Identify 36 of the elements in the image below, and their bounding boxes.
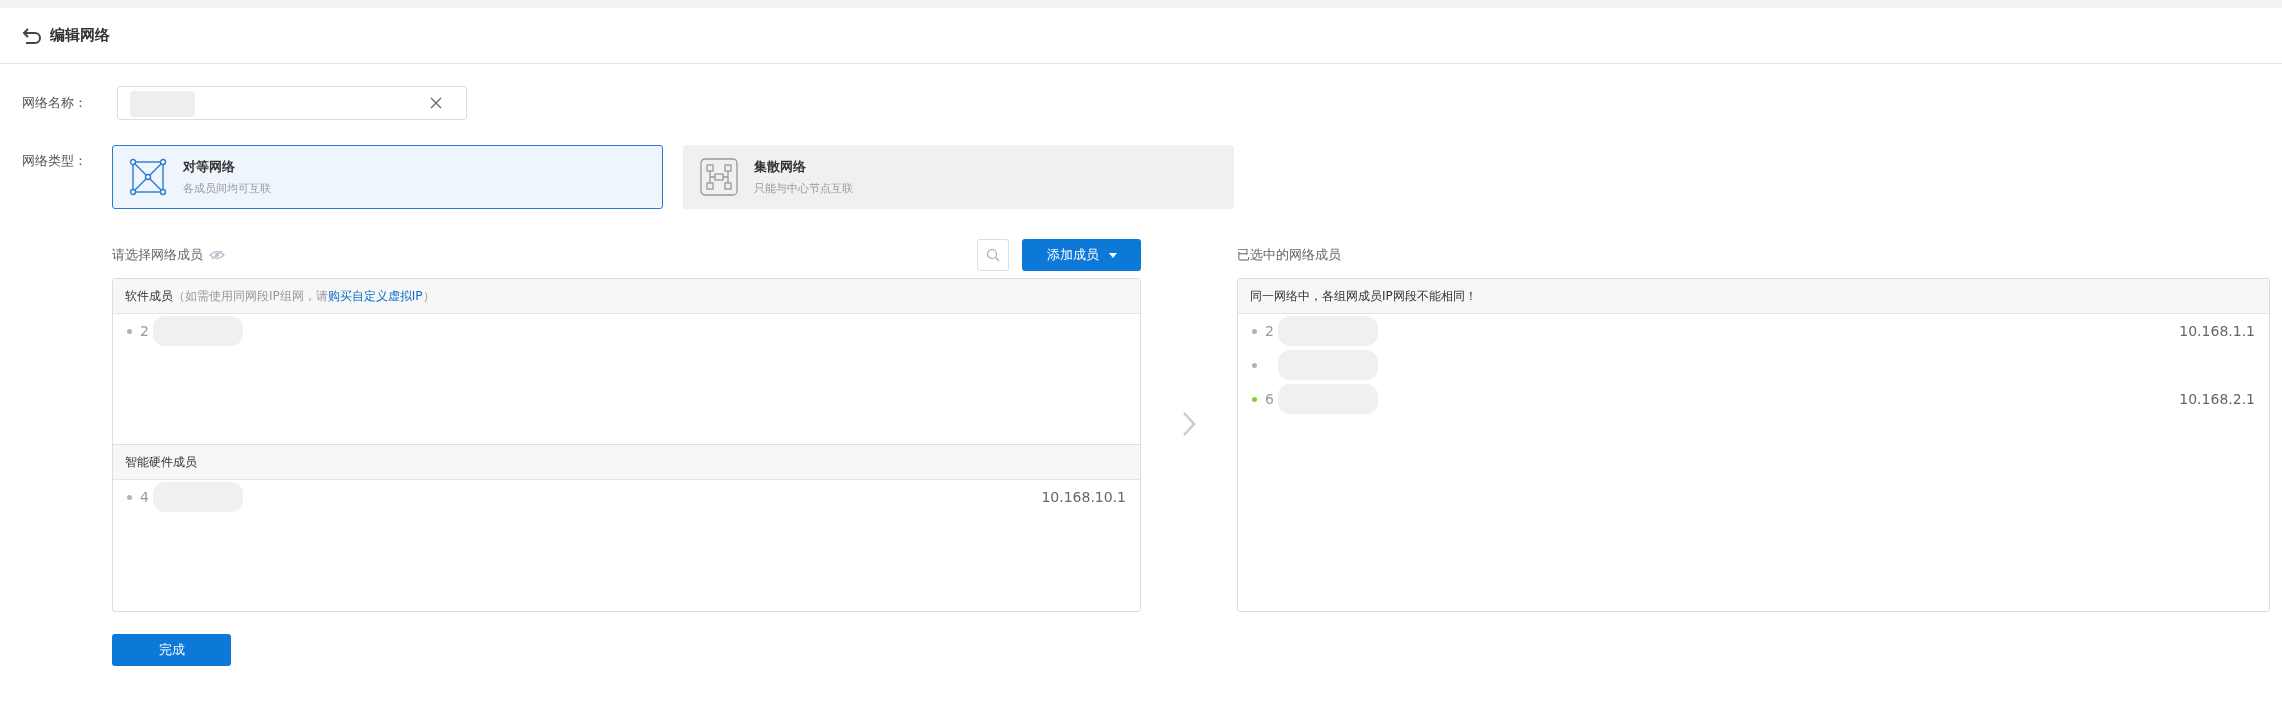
section-note: ）: [422, 288, 435, 305]
section-note: （如需使用同网段IP组网，请: [173, 288, 328, 305]
done-button[interactable]: 完成: [112, 634, 231, 666]
option-title: 集散网络: [754, 158, 807, 176]
field-label: 网络类型：: [22, 152, 88, 170]
member-name: 2: [1265, 321, 1274, 341]
network-type-option[interactable]: 集散网络 只能与中心节点互联: [683, 145, 1234, 209]
network-name-field[interactable]: [117, 86, 467, 120]
panel-title: 请选择网络成员: [112, 246, 203, 265]
page-title: 编辑网络: [50, 25, 110, 47]
member-name: 2: [140, 321, 149, 341]
member-ip: 10.168.2.1: [2179, 389, 2255, 409]
caret-icon: [1108, 252, 1117, 258]
eye-icon[interactable]: [209, 250, 225, 260]
panel-title: 已选中的网络成员: [1237, 246, 1341, 265]
section-title: 智能硬件成员: [125, 454, 197, 471]
clear-icon[interactable]: [430, 97, 442, 109]
hub-network-icon: [700, 158, 738, 196]
chevron-right-icon[interactable]: [1182, 410, 1196, 437]
buy-ip-link[interactable]: 购买自定义虚拟IP: [327, 287, 423, 305]
search-icon: [986, 248, 1000, 262]
mesh-network-icon: [129, 158, 167, 196]
section-title: 软件成员: [125, 288, 173, 305]
add-member-button[interactable]: 添加成员: [1022, 239, 1141, 271]
member-ip: 10.168.10.1: [1041, 487, 1126, 507]
member-name: 4: [140, 487, 149, 507]
search-button[interactable]: [977, 239, 1009, 271]
option-subtitle: 只能与中心节点互联: [754, 180, 853, 197]
back-icon[interactable]: [22, 26, 42, 45]
member-ip: 10.168.1.1: [2179, 321, 2255, 341]
option-subtitle: 各成员间均可互联: [183, 180, 271, 197]
network-type-option[interactable]: 对等网络 各成员间均可互联: [112, 145, 663, 209]
option-title: 对等网络: [183, 158, 236, 176]
field-label: 网络名称：: [22, 94, 88, 113]
notice-text: 同一网络中，各组网成员IP网段不能相同！: [1250, 288, 1477, 305]
member-name: 6: [1265, 389, 1274, 409]
